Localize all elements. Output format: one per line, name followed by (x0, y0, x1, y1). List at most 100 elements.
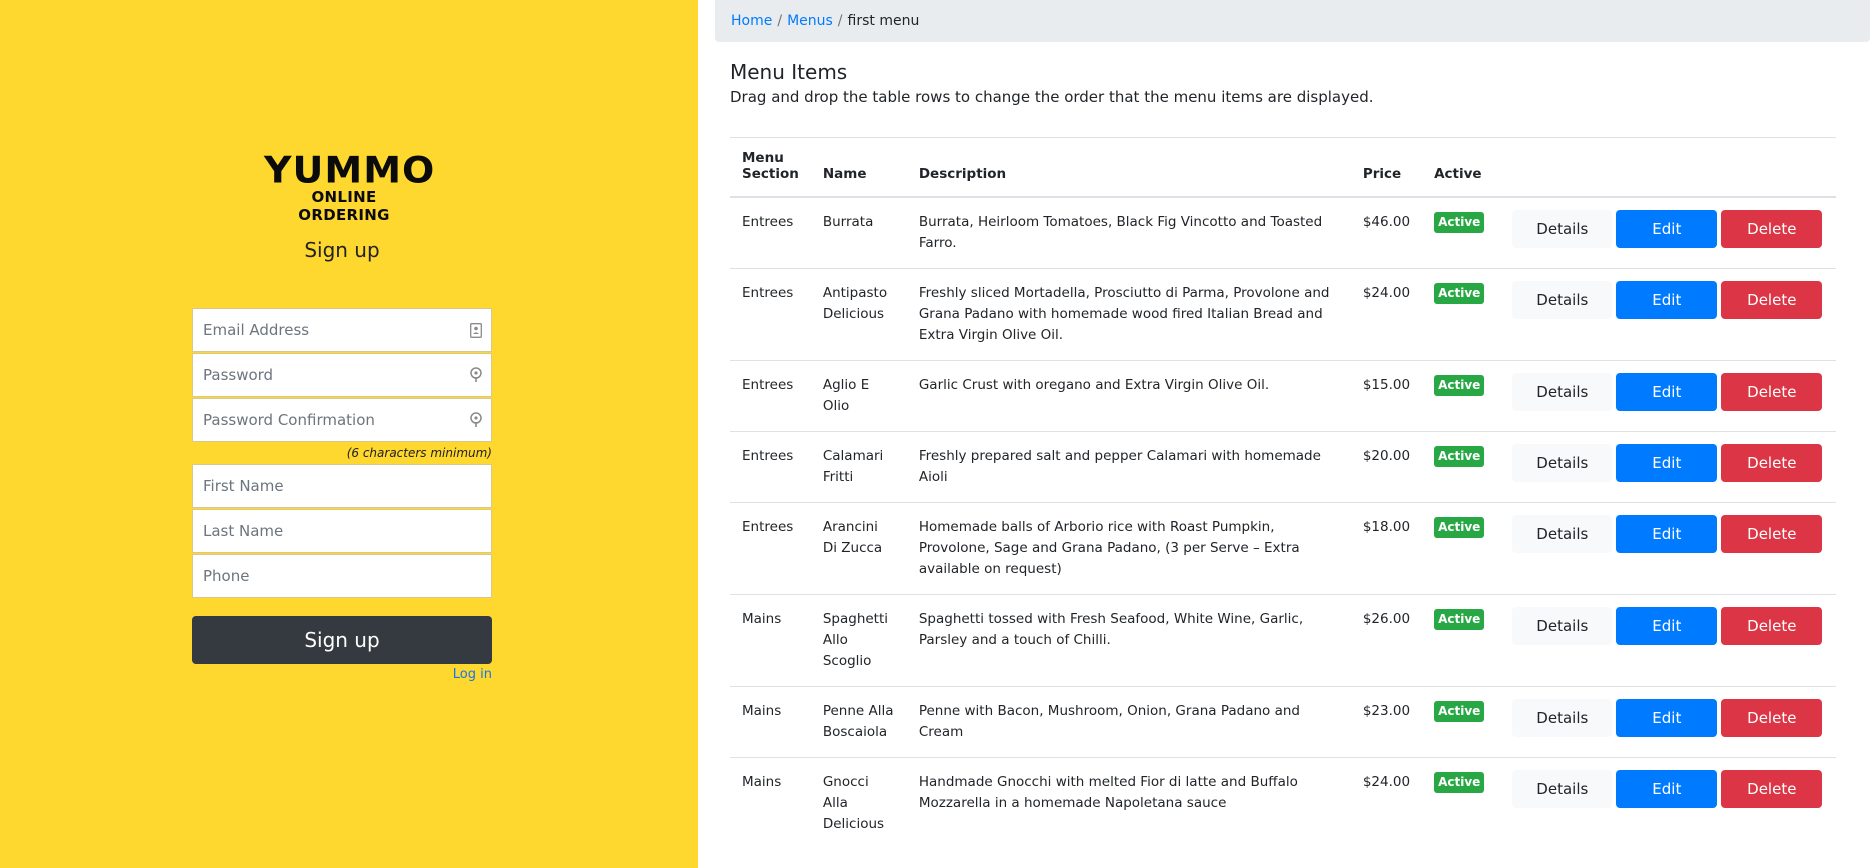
cell-description: Burrata, Heirloom Tomatoes, Black Fig Vi… (906, 196, 1351, 269)
cell-actions: Details Edit Delete (1496, 502, 1836, 595)
cell-name: Burrata (810, 196, 907, 269)
cell-menu-section: Mains (730, 686, 811, 758)
table-row[interactable]: Mains Gnocci Alla Delicious Handmade Gnocc… (730, 757, 1836, 849)
cell-description: Garlic Crust with oregano and Extra Virg… (906, 360, 1351, 432)
active-badge: Active (1434, 517, 1485, 538)
active-badge: Active (1434, 212, 1485, 233)
edit-button[interactable]: Edit (1616, 515, 1718, 553)
edit-button[interactable]: Edit (1616, 444, 1718, 482)
cell-menu-section: Entrees (730, 196, 811, 269)
first-name-input[interactable] (193, 465, 491, 507)
details-button[interactable]: Details (1512, 699, 1613, 737)
cell-menu-section: Mains (730, 757, 811, 849)
details-button[interactable]: Details (1512, 444, 1613, 482)
edit-button[interactable]: Edit (1616, 770, 1718, 808)
breadcrumb-separator: / (837, 13, 843, 29)
last-name-field-wrapper (192, 509, 492, 553)
table-row[interactable]: Entrees Burrata Burrata, Heirloom Tomatoes… (730, 196, 1836, 269)
table-row[interactable]: Entrees Calamari Fritti Freshly prepared s… (730, 431, 1836, 503)
cell-name: Arancini Di Zucca (810, 502, 907, 595)
edit-button[interactable]: Edit (1616, 373, 1718, 411)
password-confirmation-input[interactable] (193, 399, 469, 441)
details-button[interactable]: Details (1512, 210, 1613, 248)
cell-active: Active (1422, 686, 1497, 758)
page-subtitle: Drag and drop the table rows to change t… (730, 88, 1374, 106)
table-row[interactable]: Mains Penne Alla Boscaiola Penne with Baco… (730, 686, 1836, 758)
cell-price: $26.00 (1350, 594, 1423, 687)
table-header-row: Menu Section Name Description Price Acti… (730, 137, 1836, 198)
key-icon (469, 412, 483, 428)
delete-button[interactable]: Delete (1721, 607, 1823, 645)
details-button[interactable]: Details (1512, 607, 1613, 645)
cell-price: $23.00 (1350, 686, 1423, 758)
column-header-name: Name (810, 137, 907, 198)
email-input[interactable] (193, 309, 469, 351)
breadcrumb-menus-link[interactable]: Menus (787, 13, 833, 29)
details-button[interactable]: Details (1512, 770, 1613, 808)
cell-actions: Details Edit Delete (1496, 268, 1836, 361)
phone-input[interactable] (193, 555, 491, 597)
delete-button[interactable]: Delete (1721, 699, 1823, 737)
login-link: Log in (192, 667, 492, 682)
delete-button[interactable]: Delete (1721, 281, 1823, 319)
cell-name: Spaghetti Allo Scoglio (810, 594, 907, 687)
login-link-text[interactable]: Log in (453, 667, 492, 682)
password-field-wrapper (192, 353, 492, 397)
breadcrumb: Home / Menus / first menu (715, 0, 1870, 42)
delete-button[interactable]: Delete (1721, 210, 1823, 248)
column-header-price: Price (1350, 137, 1423, 198)
cell-name: Antipasto Delicious (810, 268, 907, 361)
column-header-menu-section: Menu Section (730, 137, 811, 198)
details-button[interactable]: Details (1512, 373, 1613, 411)
delete-button[interactable]: Delete (1721, 770, 1823, 808)
cell-active: Active (1422, 431, 1497, 503)
table-row[interactable]: Entrees Arancini Di Zucca Homemade balls o… (730, 502, 1836, 595)
last-name-input[interactable] (193, 510, 491, 552)
edit-button[interactable]: Edit (1616, 281, 1718, 319)
breadcrumb-home-link[interactable]: Home (731, 13, 772, 29)
password-input[interactable] (193, 354, 469, 396)
table-body: Entrees Burrata Burrata, Heirloom Tomatoes… (730, 196, 1836, 849)
column-header-description: Description (906, 137, 1351, 198)
cell-menu-section: Mains (730, 594, 811, 687)
cell-actions: Details Edit Delete (1496, 360, 1836, 432)
menu-items-table: Menu Section Name Description Price Acti… (730, 137, 1836, 849)
edit-button[interactable]: Edit (1616, 210, 1718, 248)
delete-button[interactable]: Delete (1721, 373, 1823, 411)
table-row[interactable]: Entrees Antipasto Delicious Freshly sliced… (730, 268, 1836, 361)
cell-actions: Details Edit Delete (1496, 196, 1836, 269)
cell-actions: Details Edit Delete (1496, 686, 1836, 758)
table-row[interactable]: Entrees Aglio E Olio Garlic Crust with ore… (730, 360, 1836, 432)
cell-price: $46.00 (1350, 196, 1423, 269)
cell-active: Active (1422, 360, 1497, 432)
active-badge: Active (1434, 609, 1485, 630)
delete-button[interactable]: Delete (1721, 444, 1823, 482)
cell-description: Spaghetti tossed with Fresh Seafood, Whi… (906, 594, 1351, 687)
active-badge: Active (1434, 772, 1485, 793)
cell-active: Active (1422, 196, 1497, 269)
cell-active: Active (1422, 268, 1497, 361)
delete-button[interactable]: Delete (1721, 515, 1823, 553)
edit-button[interactable]: Edit (1616, 699, 1718, 737)
table-row[interactable]: Mains Spaghetti Allo Scoglio Spaghetti tos… (730, 594, 1836, 687)
details-button[interactable]: Details (1512, 515, 1613, 553)
signup-button[interactable]: Sign up (192, 616, 492, 664)
password-hint: (6 characters minimum) (346, 446, 492, 460)
cell-price: $24.00 (1350, 268, 1423, 361)
cell-price: $18.00 (1350, 502, 1423, 595)
password-confirmation-field-wrapper (192, 398, 492, 442)
cell-menu-section: Entrees (730, 360, 811, 432)
active-badge: Active (1434, 283, 1485, 304)
contact-card-icon (469, 322, 483, 338)
cell-description: Homemade balls of Arborio rice with Roas… (906, 502, 1351, 595)
cell-name: Gnocci Alla Delicious (810, 757, 907, 849)
details-button[interactable]: Details (1512, 281, 1613, 319)
edit-button[interactable]: Edit (1616, 607, 1718, 645)
email-field-wrapper (192, 308, 492, 352)
breadcrumb-current: first menu (847, 13, 920, 29)
cell-actions: Details Edit Delete (1496, 594, 1836, 687)
cell-description: Freshly prepared salt and pepper Calamar… (906, 431, 1351, 503)
yummo-logo: YUMMO ONLINE ORDERING (264, 152, 434, 224)
cell-description: Freshly sliced Mortadella, Prosciutto di… (906, 268, 1351, 361)
menu-items-table-wrapper: Menu Section Name Description Price Acti… (730, 137, 1836, 849)
